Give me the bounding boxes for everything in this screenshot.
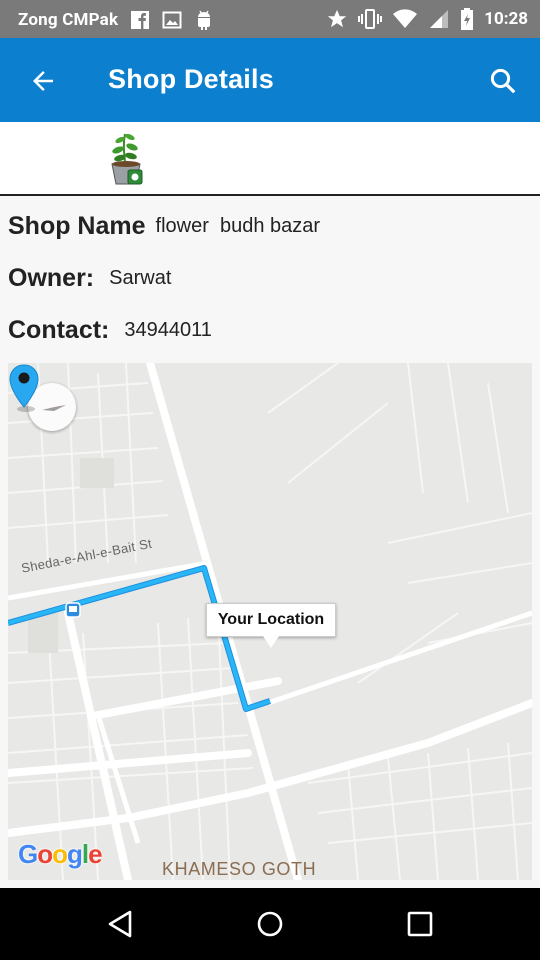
wifi-icon [393, 9, 418, 28]
area-label: KHAMESO GOTH [162, 859, 317, 879]
app-bar: Shop Details [0, 38, 540, 122]
google-attribution: Google [18, 839, 103, 869]
map-view[interactable]: Sheda-e-Ahl-e-Bait St Your Location Goog… [8, 363, 532, 880]
owner-row: Owner: Sarwat [8, 252, 532, 304]
android-icon [198, 10, 210, 30]
clock: 10:28 [484, 9, 528, 29]
shop-details: Shop Name flower budh bazar Owner: Sarwa… [8, 200, 532, 356]
battery-icon [461, 8, 474, 30]
marker-info-window[interactable]: Your Location [206, 603, 336, 648]
signal-icon [430, 10, 449, 28]
owner-label: Owner: [8, 263, 95, 292]
nav-home-icon[interactable] [254, 908, 286, 940]
vibrate-icon [358, 9, 383, 29]
search-icon[interactable] [488, 66, 518, 96]
shop-name-label: Shop Name [8, 211, 146, 240]
arrow-back-icon[interactable] [28, 66, 58, 96]
owner-value: Sarwat [109, 266, 172, 289]
page-title: Shop Details [108, 64, 274, 94]
system-nav-bar [0, 888, 540, 960]
location-marker-icon[interactable] [8, 363, 40, 413]
nav-back-icon[interactable] [104, 908, 136, 940]
status-bar: Zong CMPak 10:28 [0, 0, 540, 38]
star-icon [328, 9, 347, 28]
shop-name-value: flower budh bazar [155, 214, 321, 237]
marker-info-label: Your Location [217, 611, 325, 628]
shop-logo-strip [0, 122, 540, 196]
shop-name-row: Shop Name flower budh bazar [8, 200, 532, 252]
contact-value[interactable]: 34944011 [124, 319, 212, 342]
contact-row: Contact: 34944011 [8, 304, 532, 356]
plant-logo-icon [111, 133, 143, 185]
nav-recents-icon[interactable] [404, 908, 436, 940]
image-icon [162, 11, 182, 29]
facebook-icon [131, 11, 149, 29]
contact-label: Contact: [8, 315, 110, 344]
notification-icons [130, 9, 214, 31]
system-icons: 10:28 [326, 8, 528, 30]
carrier-name: Zong CMPak [18, 10, 119, 30]
